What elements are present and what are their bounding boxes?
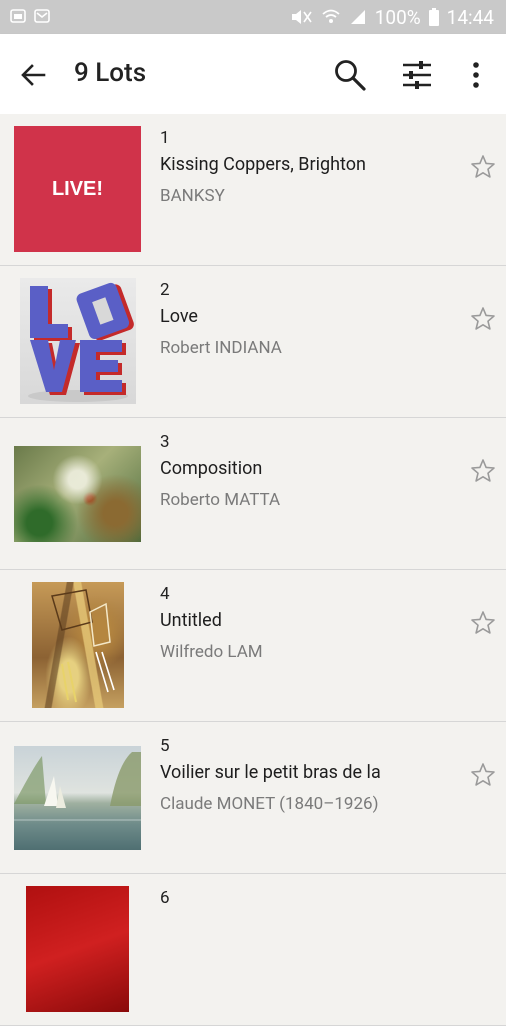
wifi-icon [322, 9, 340, 23]
lot-title: Composition [160, 458, 263, 479]
favorite-star-icon[interactable] [470, 154, 496, 180]
favorite-star-icon[interactable] [470, 306, 496, 332]
live-badge: LIVE! [51, 177, 104, 200]
lot-number: 4 [160, 584, 170, 604]
lot-row[interactable]: 6 [0, 874, 506, 1026]
lot-number: 1 [160, 128, 170, 148]
signal-icon [350, 10, 365, 24]
lot-list: LIVE! 1 Kissing Coppers, Brighton BANKSY [0, 114, 506, 1026]
mute-icon [291, 10, 312, 24]
untitled-painting-image [51, 589, 115, 703]
clock: 14:44 [446, 5, 494, 29]
lot-row[interactable]: LIVE! 1 Kissing Coppers, Brighton BANKSY [0, 114, 506, 266]
favorite-star-icon[interactable] [470, 458, 496, 484]
sailboat-painting-image [14, 752, 141, 821]
lot-number: 3 [160, 432, 170, 452]
mail-notification-icon [34, 9, 50, 23]
filter-sliders-icon[interactable] [401, 60, 433, 90]
gallery-notification-icon [10, 9, 26, 23]
lot-row[interactable]: 2 Love Robert INDIANA [0, 266, 506, 418]
lot-artist: BANKSY [160, 186, 225, 206]
search-icon[interactable] [333, 58, 367, 92]
lot-thumbnail-untitled [32, 582, 124, 708]
battery-percent: 100% [374, 5, 421, 29]
lot-row[interactable]: 4 Untitled Wilfredo LAM [0, 570, 506, 722]
more-options-icon[interactable] [466, 60, 486, 90]
lot-thumbnail-red [26, 886, 129, 1012]
lot-title: Love [160, 306, 198, 327]
lot-thumbnail-voilier [14, 746, 141, 850]
lot-number: 5 [160, 736, 170, 756]
lot-thumbnail-love-sculpture [20, 278, 136, 404]
lot-title: Voilier sur le petit bras de la [160, 762, 381, 783]
lot-row[interactable]: 3 Composition Roberto MATTA [0, 418, 506, 570]
lot-title: Kissing Coppers, Brighton [160, 154, 366, 175]
back-arrow-icon[interactable] [18, 60, 48, 90]
lot-artist: Claude MONET (1840–1926) [160, 794, 379, 814]
app-bar: 9 Lots [0, 34, 506, 114]
lot-number: 2 [160, 280, 170, 300]
lot-row[interactable]: 5 Voilier sur le petit bras de la Claude… [0, 722, 506, 874]
love-sculpture-image [28, 282, 134, 402]
lot-thumbnail-composition [14, 446, 141, 542]
lot-thumbnail-live: LIVE! [14, 126, 141, 252]
lot-title: Untitled [160, 610, 222, 631]
lot-number: 6 [160, 888, 170, 908]
page-title: 9 Lots [74, 58, 147, 88]
lot-artist: Robert INDIANA [160, 338, 282, 358]
lot-artist: Roberto MATTA [160, 490, 281, 510]
battery-icon [428, 8, 439, 26]
lot-artist: Wilfredo LAM [160, 642, 263, 662]
favorite-star-icon[interactable] [470, 762, 496, 788]
status-bar: 100% 14:44 [0, 0, 506, 34]
favorite-star-icon[interactable] [470, 610, 496, 636]
